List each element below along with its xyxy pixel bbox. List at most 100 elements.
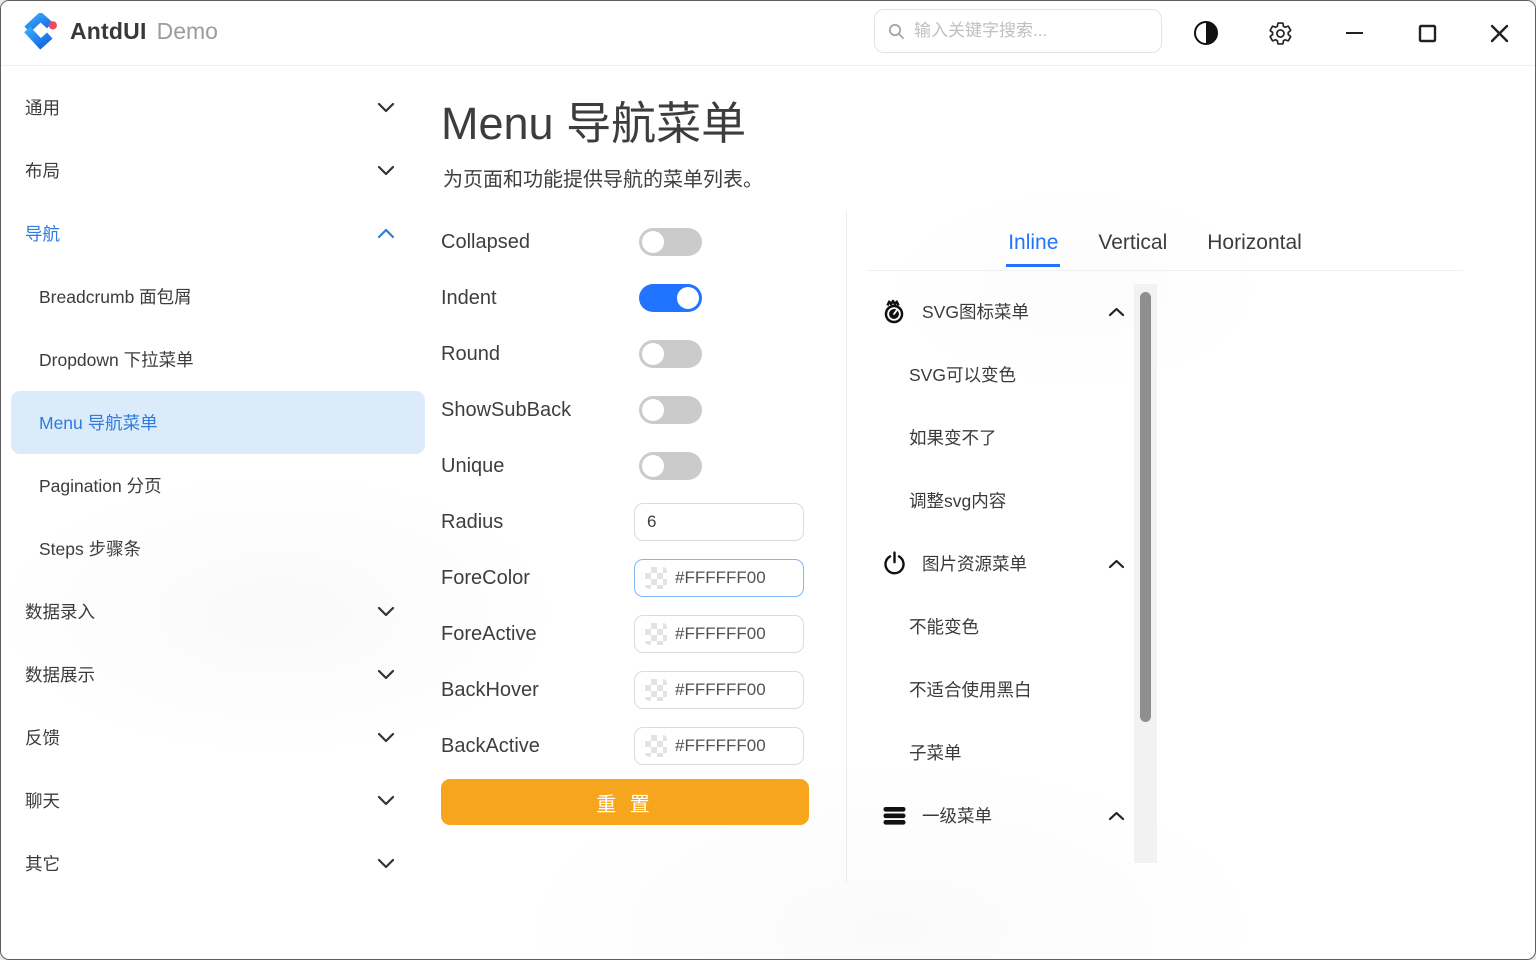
close-button[interactable] [1483,17,1515,49]
page-description: 为页面和功能提供导航的菜单列表。 [443,163,763,192]
power-icon [881,550,908,577]
unique-toggle[interactable] [639,452,702,480]
toggle-label: Unique [441,455,504,478]
demo-menu-item-label: 调整svg内容 [909,488,1006,513]
config-row-backhover: BackHover [441,662,809,718]
forecolor-input[interactable] [675,568,793,588]
toggle-label: ShowSubBack [441,399,571,422]
theme-toggle-button[interactable] [1190,17,1222,49]
minimize-button[interactable] [1338,17,1370,49]
hamburger-icon [881,802,908,829]
reset-button[interactable]: 重 置 [441,779,809,825]
round-toggle[interactable] [639,340,702,368]
demo-scrollbar-thumb[interactable] [1140,292,1151,722]
chevron-down-icon [377,732,395,743]
config-row-unique: Unique [441,438,809,494]
demo-menu-item-label: 如果变不了 [909,425,997,450]
field-label: ForeActive [441,623,537,646]
demo-menu-group-top[interactable]: 一级菜单 [881,784,1131,847]
sidebar-group-label: 聊天 [25,788,377,813]
sidebar-item-menu[interactable]: Menu 导航菜单 [11,391,425,454]
maximize-icon [1418,24,1437,43]
sidebar-group-label: 其它 [25,851,377,876]
gear-icon [1268,21,1293,46]
sidebar-group-label: 导航 [25,221,377,246]
sidebar-item-dropdown[interactable]: Dropdown 下拉菜单 [11,328,425,391]
chevron-down-icon [377,795,395,806]
demo-menu-item[interactable]: 不能变色 [881,595,1131,658]
sidebar-item-breadcrumb[interactable]: Breadcrumb 面包屑 [11,265,425,328]
chevron-down-icon [377,165,395,176]
backactive-input[interactable] [675,736,793,756]
field-label: Radius [441,511,503,534]
settings-button[interactable] [1264,17,1296,49]
tabs-divider [867,270,1463,271]
field-label: BackActive [441,735,540,758]
demo-menu-item[interactable]: 不适合使用黑白 [881,658,1131,721]
showsubback-toggle[interactable] [639,396,702,424]
sidebar-item-label: Breadcrumb 面包屑 [39,284,395,309]
sidebar-item-label: Dropdown 下拉菜单 [39,347,395,372]
sidebar-item-label: Pagination 分页 [39,473,395,498]
sidebar-group-other[interactable]: 其它 [11,832,425,895]
tab-inline[interactable]: Inline [1006,229,1060,267]
toggle-knob [677,287,699,309]
config-row-forecolor: ForeColor [441,550,809,606]
tab-horizontal[interactable]: Horizontal [1205,229,1304,267]
config-row-foreactive: ForeActive [441,606,809,662]
panel-divider [846,211,847,883]
chevron-up-icon [1108,307,1125,317]
demo-menu-item-label: 子菜单 [909,740,962,765]
demo-menu-group-image[interactable]: 图片资源菜单 [881,532,1131,595]
backhover-input[interactable] [675,680,793,700]
sidebar-group-label: 通用 [25,95,377,120]
search-input[interactable] [912,20,1149,42]
transparency-swatch [645,679,667,701]
demo-menu-item[interactable]: 子菜单 [881,721,1131,784]
config-row-radius: Radius [441,494,809,550]
collapsed-toggle[interactable] [639,228,702,256]
radius-input[interactable] [647,512,793,532]
sidebar-group-feedback[interactable]: 反馈 [11,706,425,769]
demo-menu-group-svg[interactable]: SVG图标菜单 [881,280,1131,343]
demo-menu-group-label: 一级菜单 [922,803,992,828]
demo-menu-item[interactable]: 调整svg内容 [881,469,1131,532]
toggle-knob [642,455,664,477]
app-subtitle: Demo [157,18,218,45]
maximize-button[interactable] [1411,17,1443,49]
demo-menu-item[interactable]: 如果变不了 [881,406,1131,469]
sidebar-group-layout[interactable]: 布局 [11,139,425,202]
sidebar-group-label: 反馈 [25,725,377,750]
brand: AntdUI Demo [21,13,218,50]
sidebar-item-label: Menu 导航菜单 [39,410,395,435]
chevron-down-icon [377,606,395,617]
sidebar-group-general[interactable]: 通用 [11,76,425,139]
config-row-backactive: BackActive [441,718,809,774]
global-search[interactable] [874,9,1162,53]
chevron-up-icon [1108,559,1125,569]
field-label: ForeColor [441,567,530,590]
app-window: AntdUI Demo [0,0,1536,960]
transparency-swatch [645,735,667,757]
tab-vertical[interactable]: Vertical [1096,229,1169,267]
config-row-collapsed: Collapsed [441,214,809,270]
sidebar-group-navigation[interactable]: 导航 [11,202,425,265]
transparency-swatch [645,623,667,645]
app-logo-icon [21,13,58,50]
demo-scrollbar-track[interactable] [1134,284,1157,863]
demo-menu: SVG图标菜单 SVG可以变色 如果变不了 调整svg内容 图片资源菜单 [881,280,1131,847]
sidebar-item-pagination[interactable]: Pagination 分页 [11,454,425,517]
demo-menu-item[interactable]: SVG可以变色 [881,343,1131,406]
sidebar-group-data-entry[interactable]: 数据录入 [11,580,425,643]
minimize-icon [1346,32,1363,35]
sidebar-group-chat[interactable]: 聊天 [11,769,425,832]
sidebar-item-steps[interactable]: Steps 步骤条 [11,517,425,580]
config-panel: Collapsed Indent Round ShowSubBack Uniqu… [441,214,809,774]
sidebar-group-data-display[interactable]: 数据展示 [11,643,425,706]
indent-toggle[interactable] [639,284,702,312]
transparency-swatch [645,567,667,589]
foreactive-input[interactable] [675,624,793,644]
demo-menu-group-label: SVG图标菜单 [922,299,1029,324]
chevron-down-icon [377,102,395,113]
demo-tabs: Inline Vertical Horizontal [847,229,1463,267]
